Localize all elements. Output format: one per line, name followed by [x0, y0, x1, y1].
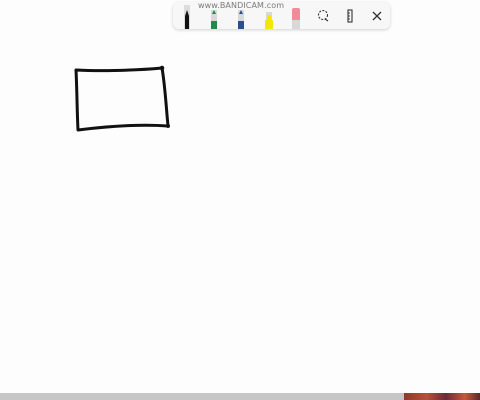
eraser-icon: [292, 8, 300, 29]
ruler-icon: [347, 9, 353, 23]
taskbar: [0, 393, 404, 400]
black-pen-button[interactable]: [175, 2, 199, 29]
black-pen-icon: [184, 5, 190, 29]
green-pen-button[interactable]: [202, 2, 226, 29]
yellow-highlighter-button[interactable]: [257, 2, 281, 29]
drawn-rectangle: [74, 65, 170, 132]
yellow-highlighter-icon: [265, 12, 273, 29]
ink-dot: [166, 124, 170, 128]
ruler-button[interactable]: [340, 6, 360, 26]
lasso-select-icon: [317, 9, 329, 22]
blue-pen-button[interactable]: [229, 2, 253, 29]
wallpaper-corner: [404, 393, 480, 400]
ink-stroke: [74, 66, 170, 132]
ink-dot: [159, 65, 165, 71]
blue-pen-icon: [238, 10, 244, 29]
eraser-button[interactable]: [284, 2, 308, 29]
close-icon: [372, 11, 382, 21]
green-pen-icon: [211, 10, 217, 29]
close-button[interactable]: [367, 6, 387, 26]
pen-toolbar: [173, 2, 390, 29]
lasso-select-button[interactable]: [313, 6, 333, 26]
